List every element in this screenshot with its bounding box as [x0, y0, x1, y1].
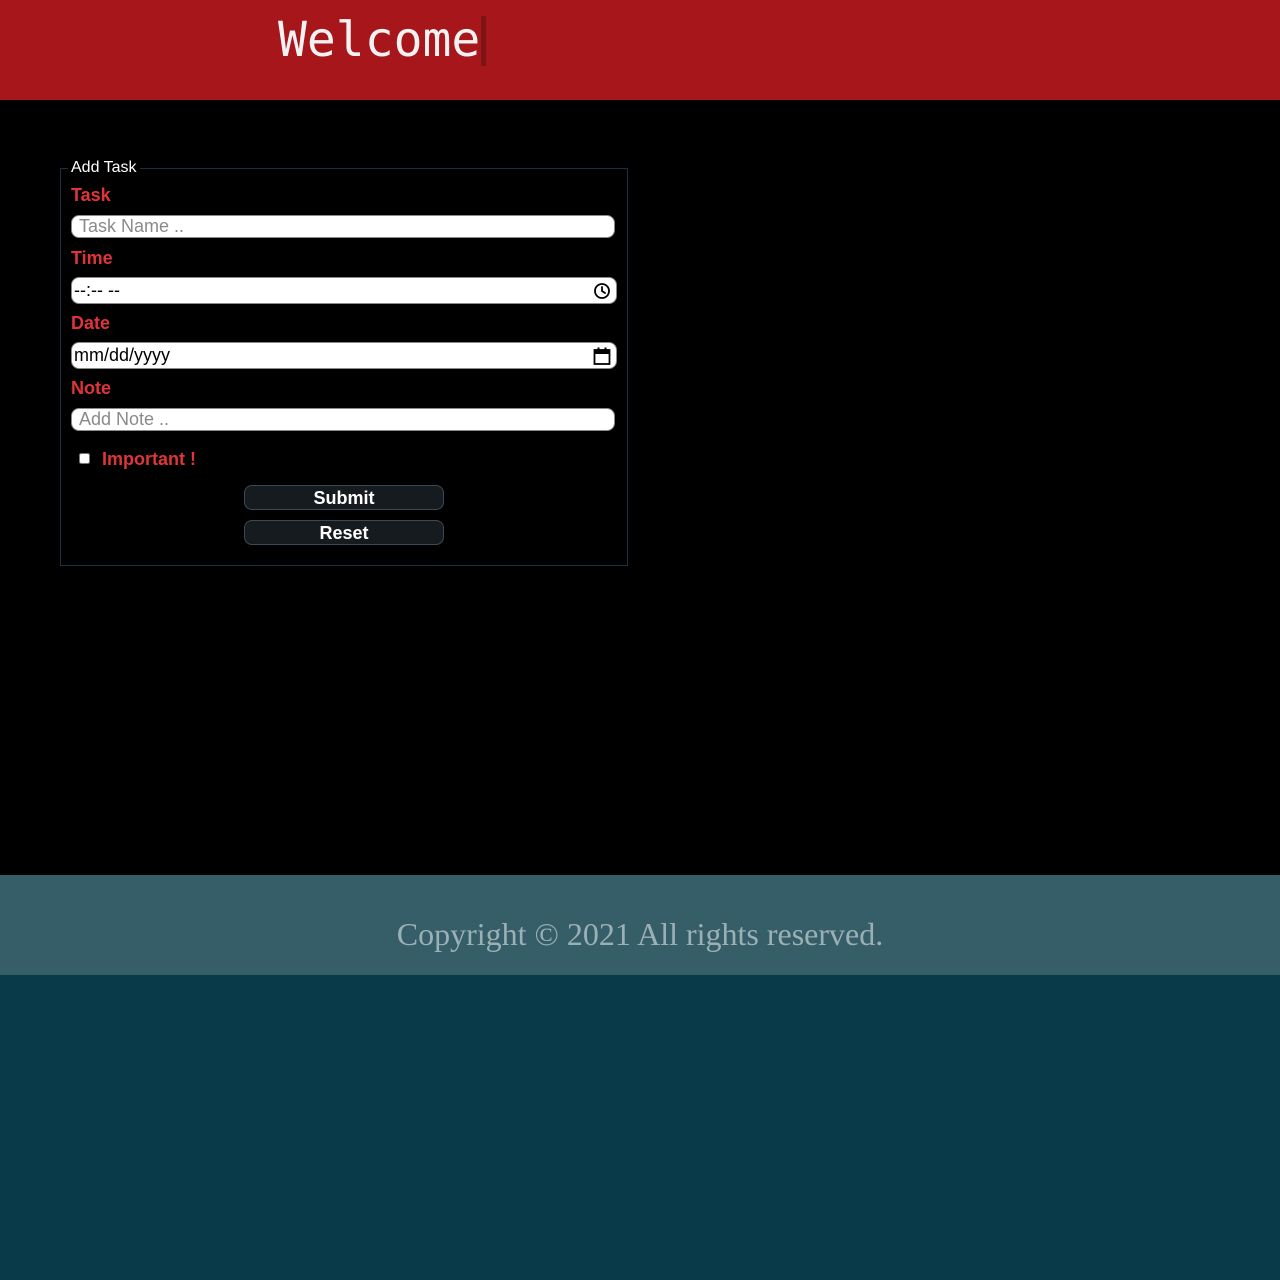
welcome-title: Welcome	[278, 12, 481, 68]
copyright-text: Copyright © 2021 All rights reserved.	[396, 916, 884, 952]
date-value: mm/dd/yyyy	[74, 345, 171, 365]
text-cursor	[481, 16, 486, 66]
calendar-icon[interactable]	[592, 346, 612, 366]
date-input[interactable]: mm/dd/yyyy	[71, 342, 617, 369]
note-input[interactable]	[71, 408, 615, 431]
submit-button[interactable]: Submit	[244, 485, 444, 510]
time-value: --:-- --	[74, 280, 120, 300]
time-label: Time	[71, 248, 113, 268]
footer: Copyright © 2021 All rights reserved.	[0, 875, 1280, 975]
header: Welcome	[0, 0, 1280, 100]
main-content: Add Task Task Time --:-- -- Date mm/dd/y…	[0, 100, 1280, 875]
reset-button[interactable]: Reset	[244, 520, 444, 545]
time-input[interactable]: --:-- --	[71, 277, 617, 304]
fieldset-legend: Add Task	[68, 158, 140, 178]
note-label: Note	[71, 378, 111, 398]
task-label: Task	[71, 185, 111, 205]
important-checkbox[interactable]	[79, 453, 90, 464]
add-task-fieldset: Add Task Task Time --:-- -- Date mm/dd/y…	[60, 158, 628, 566]
clock-icon[interactable]	[592, 281, 612, 301]
important-label: Important !	[102, 449, 196, 469]
task-name-input[interactable]	[71, 215, 615, 238]
date-label: Date	[71, 313, 111, 333]
